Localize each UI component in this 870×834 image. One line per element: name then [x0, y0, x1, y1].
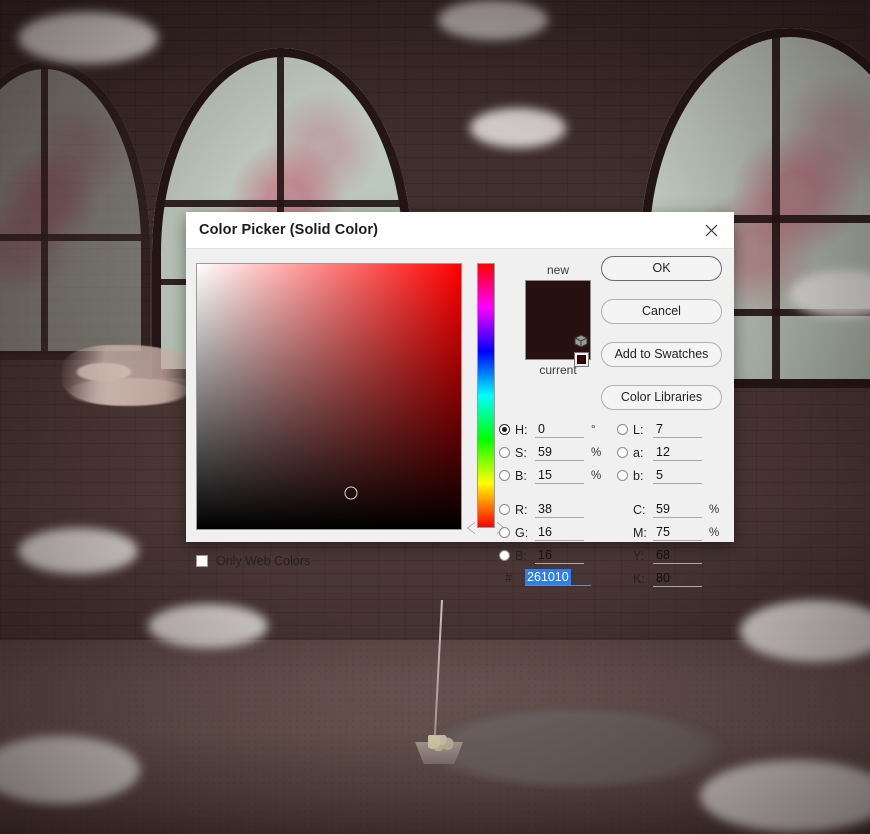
radio-g[interactable]	[499, 527, 510, 538]
hsb-group: H: ° S: % B: %	[499, 418, 617, 487]
input-h[interactable]	[535, 421, 584, 438]
input-g[interactable]	[535, 524, 584, 541]
unit-s: %	[591, 446, 602, 459]
label-b-brightness: B:	[515, 468, 527, 483]
label-c: C:	[633, 502, 646, 517]
unit-y: %	[709, 549, 720, 562]
only-web-colors-label: Only Web Colors	[216, 554, 311, 568]
unit-h: °	[591, 423, 596, 436]
field-row-h: H: °	[499, 418, 617, 441]
input-b-brightness[interactable]	[535, 467, 584, 484]
label-lab-b: b:	[633, 468, 644, 483]
field-row-b-brightness: B: %	[499, 464, 617, 487]
new-color-label: new	[546, 263, 569, 277]
label-r: R:	[515, 502, 528, 517]
label-h: H:	[515, 422, 528, 437]
color-field-marker[interactable]	[344, 486, 358, 500]
only-web-colors-checkbox[interactable]	[196, 555, 208, 567]
field-row-y: Y: %	[633, 544, 735, 567]
unit-m: %	[709, 526, 720, 539]
field-row-s: S: %	[499, 441, 617, 464]
input-m[interactable]	[653, 524, 702, 541]
radio-r[interactable]	[499, 504, 510, 515]
label-m: M:	[633, 525, 647, 540]
input-lab-b[interactable]	[653, 467, 702, 484]
field-row-lab-l: L:	[617, 418, 735, 441]
add-to-swatches-button[interactable]: Add to Swatches	[601, 342, 722, 367]
rgb-group: R: G: B:	[499, 498, 617, 567]
hex-row: # 261010	[499, 569, 591, 586]
label-y: Y:	[633, 548, 645, 563]
hue-slider-handle-left[interactable]	[468, 522, 476, 534]
field-row-lab-b: b:	[617, 464, 735, 487]
color-field-group	[196, 263, 504, 534]
field-row-k: K: %	[633, 567, 735, 590]
radio-s[interactable]	[499, 447, 510, 458]
websafe-color-swatch[interactable]	[573, 352, 589, 367]
cmyk-group: C: % M: % Y: % K: %	[617, 498, 735, 590]
cancel-button[interactable]: Cancel	[601, 299, 722, 324]
field-row-c: C: %	[633, 498, 735, 521]
hue-slider[interactable]	[468, 263, 504, 534]
field-row-b-blue: B:	[499, 544, 617, 567]
label-lab-a: a:	[633, 445, 644, 460]
input-s[interactable]	[535, 444, 584, 461]
radio-h[interactable]	[499, 424, 510, 435]
field-row-lab-a: a:	[617, 441, 735, 464]
screen: Color Picker (Solid Color) new current O…	[0, 0, 870, 834]
page-title: Color Picker (Solid Color)	[199, 222, 379, 238]
radio-lab-l[interactable]	[617, 424, 628, 435]
input-y[interactable]	[653, 547, 702, 564]
dialog-titlebar: Color Picker (Solid Color)	[186, 212, 734, 249]
gamut-indicators	[572, 334, 590, 367]
sb-gradient	[197, 264, 461, 529]
unit-k: %	[709, 572, 720, 585]
radio-lab-b[interactable]	[617, 470, 628, 481]
color-picker-dialog: Color Picker (Solid Color) new current O…	[186, 212, 734, 587]
input-r[interactable]	[535, 501, 584, 518]
radio-lab-a[interactable]	[617, 447, 628, 458]
input-lab-l[interactable]	[653, 421, 702, 438]
lab-group: L: a: b:	[617, 418, 735, 487]
close-icon[interactable]	[696, 215, 726, 245]
radio-b-blue[interactable]	[499, 550, 510, 561]
field-row-r: R:	[499, 498, 617, 521]
label-lab-l: L:	[633, 422, 644, 437]
hex-value: 261010	[525, 569, 571, 585]
input-b-blue[interactable]	[535, 547, 584, 564]
new-color-swatch[interactable]	[526, 281, 590, 320]
input-c[interactable]	[653, 501, 702, 518]
field-row-g: G:	[499, 521, 617, 544]
input-lab-a[interactable]	[653, 444, 702, 461]
input-k[interactable]	[653, 570, 702, 587]
saturation-brightness-field[interactable]	[196, 263, 462, 530]
unit-b-brightness: %	[591, 469, 602, 482]
only-web-colors-row[interactable]: Only Web Colors	[196, 554, 310, 568]
color-libraries-button[interactable]: Color Libraries	[601, 385, 722, 410]
label-s: S:	[515, 445, 527, 460]
label-g: G:	[515, 525, 529, 540]
hex-hash-label: #	[505, 571, 512, 585]
cube-icon[interactable]	[573, 334, 589, 349]
radio-b-brightness[interactable]	[499, 470, 510, 481]
dialog-buttons: OK Cancel Add to Swatches Color Librarie…	[601, 256, 722, 428]
unit-c: %	[709, 503, 720, 516]
hue-gradient	[477, 263, 495, 528]
hex-input[interactable]: 261010	[525, 569, 591, 586]
label-b-blue: B:	[515, 548, 527, 563]
ok-button[interactable]: OK	[601, 256, 722, 281]
field-row-m: M: %	[633, 521, 735, 544]
color-value-fields: H: ° S: % B: %	[499, 418, 731, 598]
label-k: K:	[633, 571, 645, 586]
